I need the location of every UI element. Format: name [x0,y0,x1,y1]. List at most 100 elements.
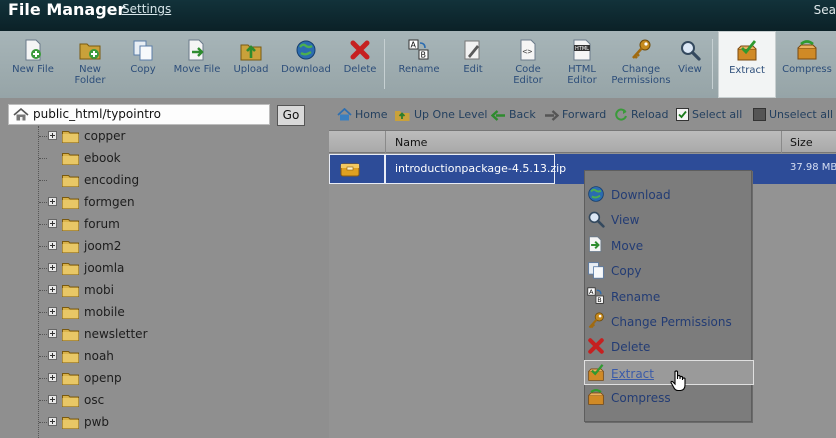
folder-icon [62,373,79,385]
tree-connector [39,202,47,203]
compress-icon [588,389,604,405]
search-label[interactable]: Sea [814,3,836,17]
forward-link[interactable]: Forward [544,108,606,121]
move-file-button[interactable]: Move File [168,31,226,98]
expand-icon[interactable] [48,197,57,206]
expand-icon[interactable] [48,329,57,338]
up-one-level-link[interactable]: Up One Level [394,108,487,121]
tree-item-joom2[interactable]: joom2 [0,236,300,258]
context-menu-item-copy[interactable]: Copy [585,258,751,283]
context-menu-item-move[interactable]: Move [585,233,751,258]
context-menu-label: Rename [611,289,661,304]
copy-icon [133,40,153,61]
tree-item-label: joom2 [84,239,122,253]
delete-button[interactable]: Delete [338,31,382,98]
tree-connector [39,356,47,357]
tree-item-ebook[interactable]: ebook [0,148,300,170]
tree-connector [39,268,47,269]
html-editor-button[interactable]: HTML HTML Editor [556,31,608,98]
context-menu-item-change-permissions[interactable]: Change Permissions [585,309,751,334]
home-link[interactable]: Home [337,107,387,121]
folder-icon [62,307,79,319]
tree-connector [39,290,47,291]
unselect-all-link[interactable]: Unselect all [753,108,833,121]
table-row[interactable]: introductionpackage-4.5.13.zip 37.98 MB [329,154,836,184]
context-menu-item-compress[interactable]: Compress [585,385,751,410]
context-menu-item-download[interactable]: Download [585,182,751,207]
edit-button[interactable]: Edit [452,31,494,98]
checkbox-checked-icon [676,108,689,121]
expand-icon[interactable] [48,373,57,382]
new-file-button[interactable]: New File [4,31,62,98]
upload-button[interactable]: Upload [230,31,272,98]
copy-label: Copy [130,64,156,75]
tree-item-joomla[interactable]: joomla [0,258,300,280]
expand-icon[interactable] [48,131,57,140]
new-file-icon [25,39,41,61]
code-editor-label: Editor [513,75,543,86]
expand-icon[interactable] [48,307,57,316]
tree-item-formgen[interactable]: formgen [0,192,300,214]
context-menu-label: View [611,213,640,228]
tree-item-forum[interactable]: forum [0,214,300,236]
expand-icon[interactable] [48,241,57,250]
path-input[interactable]: public_html/typointro [8,104,270,125]
expand-icon[interactable] [48,417,57,426]
context-menu-item-delete[interactable]: Delete [585,334,751,359]
compress-button[interactable]: Compress [778,31,836,98]
expand-icon[interactable] [48,351,57,360]
folder-icon [62,241,79,253]
expand-icon[interactable] [48,395,57,404]
column-header-name[interactable]: Name [395,136,427,149]
change-permissions-button[interactable]: Change Permissions [608,31,674,98]
context-menu-item-view[interactable]: View [585,207,751,232]
select-all-link[interactable]: Select all [676,108,742,121]
code-editor-button[interactable]: <> Code Editor [504,31,552,98]
reload-link[interactable]: Reload [614,108,668,121]
folder-icon [62,131,79,143]
tree-item-mobi[interactable]: mobi [0,280,300,302]
tree-item-openp[interactable]: openp [0,368,300,390]
svg-text:HTML: HTML [575,46,589,52]
file-name[interactable]: introductionpackage-4.5.13.zip [395,162,566,175]
tree-item-copper[interactable]: copper [0,126,300,148]
rename-label: Rename [398,64,440,75]
back-link[interactable]: Back [490,108,536,121]
extract-button[interactable]: Extract [718,31,776,98]
extract-icon [737,40,757,61]
expand-icon[interactable] [48,285,57,294]
go-button[interactable]: Go [277,105,305,126]
new-folder-icon [79,43,101,60]
tree-item-osc[interactable]: osc [0,390,300,412]
rename-icon: AB [587,287,604,304]
tree-item-encoding[interactable]: encoding [0,170,300,192]
tree-item-label: forum [84,217,120,231]
settings-link[interactable]: Settings [122,2,171,16]
html-editor-label: HTML [568,64,596,75]
tree-item-noah[interactable]: noah [0,346,300,368]
title-bar: File Manager Settings Sea [0,0,836,31]
compress-icon [797,40,817,60]
up-folder-icon [395,111,410,121]
context-menu: Download View Move Copy A B Rename Change Permi… [584,170,754,422]
file-list-panel: Home Up One Level Back Forward Reload Se… [329,98,836,438]
tree-item-mobile[interactable]: mobile [0,302,300,324]
tree-item-newsletter[interactable]: newsletter [0,324,300,346]
delete-icon [350,40,370,60]
context-menu-item-rename[interactable]: A B Rename [585,284,751,309]
tree-item-pwb[interactable]: pwb [0,412,300,434]
folder-icon [62,175,79,187]
column-header-size[interactable]: Size [790,136,813,149]
new-folder-button[interactable]: New Folder [64,31,116,98]
checkbox-empty-icon [753,108,766,121]
hand-cursor-icon [670,370,686,392]
new-folder-label: New [79,64,101,75]
context-menu-item-extract[interactable]: Extract [584,359,754,385]
view-button[interactable]: View [674,31,706,98]
expand-icon[interactable] [48,263,57,272]
rename-button[interactable]: A B Rename [392,31,446,98]
download-icon [588,186,604,202]
expand-icon[interactable] [48,219,57,228]
download-button[interactable]: Download [278,31,334,98]
copy-button[interactable]: Copy [118,31,168,98]
